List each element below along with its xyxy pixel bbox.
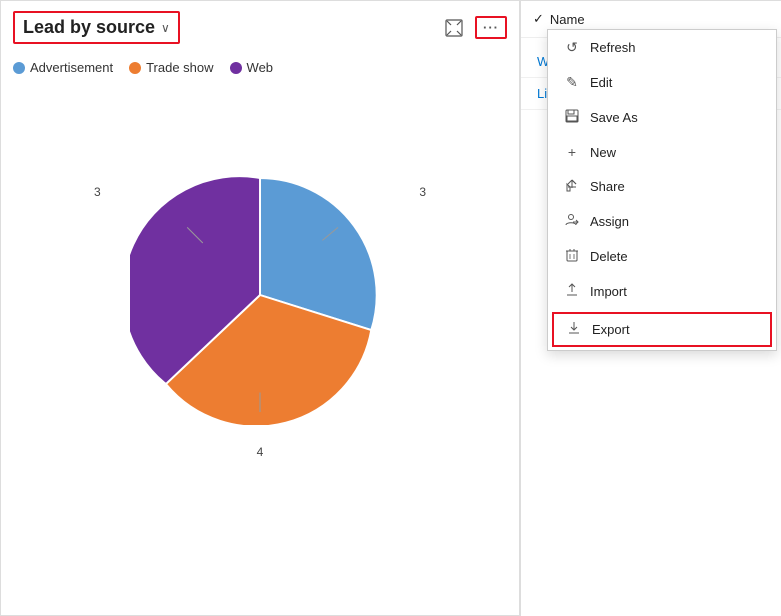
legend-label-advertisement: Advertisement xyxy=(30,60,113,75)
menu-item-share[interactable]: Share xyxy=(548,169,776,204)
legend-item-web: Web xyxy=(230,60,274,75)
legend-dot-web xyxy=(230,62,242,74)
menu-label-new: New xyxy=(590,145,616,160)
chart-panel: Lead by source ∨ ··· Ad xyxy=(0,0,520,616)
pie-label-purple: 3 xyxy=(94,185,101,199)
menu-item-delete[interactable]: Delete xyxy=(548,239,776,274)
saveas-icon xyxy=(564,109,580,126)
chart-header: Lead by source ∨ ··· xyxy=(1,1,519,54)
menu-label-saveas: Save As xyxy=(590,110,638,125)
legend-label-web: Web xyxy=(247,60,274,75)
refresh-icon: ↺ xyxy=(564,39,580,56)
menu-label-delete: Delete xyxy=(590,249,628,264)
legend-dot-tradeshow xyxy=(129,62,141,74)
legend-item-tradeshow: Trade show xyxy=(129,60,213,75)
expand-button[interactable] xyxy=(441,17,467,39)
main-container: Lead by source ∨ ··· Ad xyxy=(0,0,781,616)
check-icon: ✓ xyxy=(533,11,544,27)
menu-item-new[interactable]: + New xyxy=(548,135,776,169)
chart-actions: ··· xyxy=(441,16,507,39)
delete-icon xyxy=(564,248,580,265)
right-panel: ✓ Name Wanda Graves Lisa Byrd ↺ Refresh … xyxy=(520,0,781,616)
menu-label-edit: Edit xyxy=(590,75,612,90)
menu-label-assign: Assign xyxy=(590,214,629,229)
menu-item-refresh[interactable]: ↺ Refresh xyxy=(548,30,776,65)
pie-chart-container: 3 3 4 xyxy=(1,105,519,485)
column-name-header: Name xyxy=(550,12,585,27)
export-icon xyxy=(566,321,582,338)
menu-label-share: Share xyxy=(590,179,625,194)
pie-chart: 3 3 4 xyxy=(130,165,390,425)
menu-label-refresh: Refresh xyxy=(590,40,636,55)
menu-item-edit[interactable]: ✎ Edit xyxy=(548,65,776,100)
dropdown-menu: ↺ Refresh ✎ Edit Save As + New xyxy=(547,29,777,351)
chart-legend: Advertisement Trade show Web xyxy=(1,54,519,85)
more-options-button[interactable]: ··· xyxy=(475,16,507,39)
chart-title: Lead by source xyxy=(23,17,155,38)
menu-label-import: Import xyxy=(590,284,627,299)
pie-label-orange: 4 xyxy=(257,445,264,459)
import-icon xyxy=(564,283,580,300)
menu-label-export: Export xyxy=(592,322,630,337)
edit-icon: ✎ xyxy=(564,74,580,91)
chart-title-area[interactable]: Lead by source ∨ xyxy=(13,11,180,44)
chevron-down-icon: ∨ xyxy=(161,21,170,35)
legend-item-advertisement: Advertisement xyxy=(13,60,113,75)
legend-label-tradeshow: Trade show xyxy=(146,60,213,75)
share-icon xyxy=(564,178,580,195)
menu-item-assign[interactable]: Assign xyxy=(548,204,776,239)
menu-item-saveas[interactable]: Save As xyxy=(548,100,776,135)
menu-item-export[interactable]: Export xyxy=(552,312,772,347)
new-icon: + xyxy=(564,144,580,160)
menu-item-import[interactable]: Import xyxy=(548,274,776,309)
pie-label-blue: 3 xyxy=(419,185,426,199)
legend-dot-advertisement xyxy=(13,62,25,74)
assign-icon xyxy=(564,213,580,230)
